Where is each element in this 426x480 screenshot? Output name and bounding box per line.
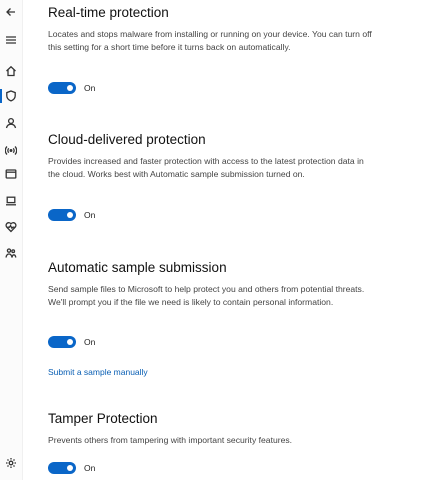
shield-icon[interactable] <box>0 88 19 104</box>
section-description: Provides increased and faster protection… <box>48 156 364 179</box>
section-description: Locates and stops malware from installin… <box>48 29 372 52</box>
home-icon[interactable] <box>3 63 19 79</box>
back-arrow-icon[interactable] <box>3 4 19 20</box>
section-real-time-protection: Real-time protection Locates and stops m… <box>48 4 418 53</box>
section-description: Prevents others from tampering with impo… <box>48 435 293 445</box>
device-security-icon[interactable] <box>3 193 19 209</box>
real-time-protection-toggle-row: On <box>48 82 95 94</box>
toggle-state-label: On <box>84 83 96 93</box>
automatic-sample-submission-toggle-row: On <box>48 336 95 348</box>
tamper-protection-toggle[interactable] <box>48 462 76 474</box>
cloud-delivered-protection-toggle[interactable] <box>48 209 76 221</box>
hamburger-menu-icon[interactable] <box>3 32 19 48</box>
settings-icon[interactable] <box>3 455 19 471</box>
browser-control-icon[interactable] <box>3 166 19 182</box>
submit-sample-manually-link[interactable]: Submit a sample manually <box>48 367 148 377</box>
section-description: Send sample files to Microsoft to help p… <box>48 284 365 307</box>
section-automatic-sample-submission: Automatic sample submission Send sample … <box>48 259 418 308</box>
section-title: Cloud-delivered protection <box>48 132 206 147</box>
navigation-rail <box>0 0 23 480</box>
section-title: Real-time protection <box>48 5 169 20</box>
tamper-protection-toggle-row: On <box>48 462 95 474</box>
automatic-sample-submission-toggle[interactable] <box>48 336 76 348</box>
real-time-protection-toggle[interactable] <box>48 82 76 94</box>
section-tamper-protection: Tamper Protection Prevents others from t… <box>48 410 418 447</box>
cloud-delivered-protection-toggle-row: On <box>48 209 95 221</box>
account-icon[interactable] <box>3 115 19 131</box>
section-title: Automatic sample submission <box>48 260 227 275</box>
section-cloud-delivered-protection: Cloud-delivered protection Provides incr… <box>48 131 418 180</box>
toggle-state-label: On <box>84 210 96 220</box>
toggle-state-label: On <box>84 463 96 473</box>
device-health-icon[interactable] <box>3 219 19 235</box>
wireless-icon[interactable] <box>3 142 19 158</box>
family-options-icon[interactable] <box>3 245 19 261</box>
toggle-state-label: On <box>84 337 96 347</box>
section-title: Tamper Protection <box>48 411 158 426</box>
